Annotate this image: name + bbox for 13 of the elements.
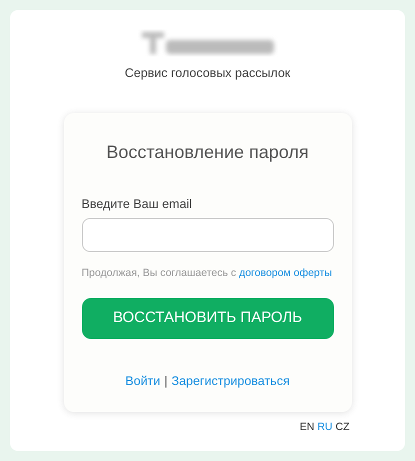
- email-label: Введите Ваш email: [82, 196, 192, 213]
- restore-password-button[interactable]: ВОССТАНОВИТЬ ПАРОЛЬ: [82, 298, 334, 339]
- nav-link[interactable]: Зарегистрироваться: [172, 372, 290, 390]
- language-link[interactable]: CZ: [336, 420, 350, 436]
- nav-link[interactable]: Войти: [125, 372, 160, 390]
- tagline: Сервис голосовых рассылок: [124, 65, 290, 82]
- separator: |: [164, 372, 168, 390]
- consent-text: Продолжая, Вы соглашаетесь с договором оферты: [82, 266, 333, 280]
- language-link[interactable]: EN: [300, 420, 314, 436]
- offer-link[interactable]: договором оферты: [239, 266, 332, 278]
- card-title: Восстановление пароля: [105, 140, 310, 164]
- email-field[interactable]: [82, 218, 334, 252]
- language-link[interactable]: RU: [317, 420, 332, 436]
